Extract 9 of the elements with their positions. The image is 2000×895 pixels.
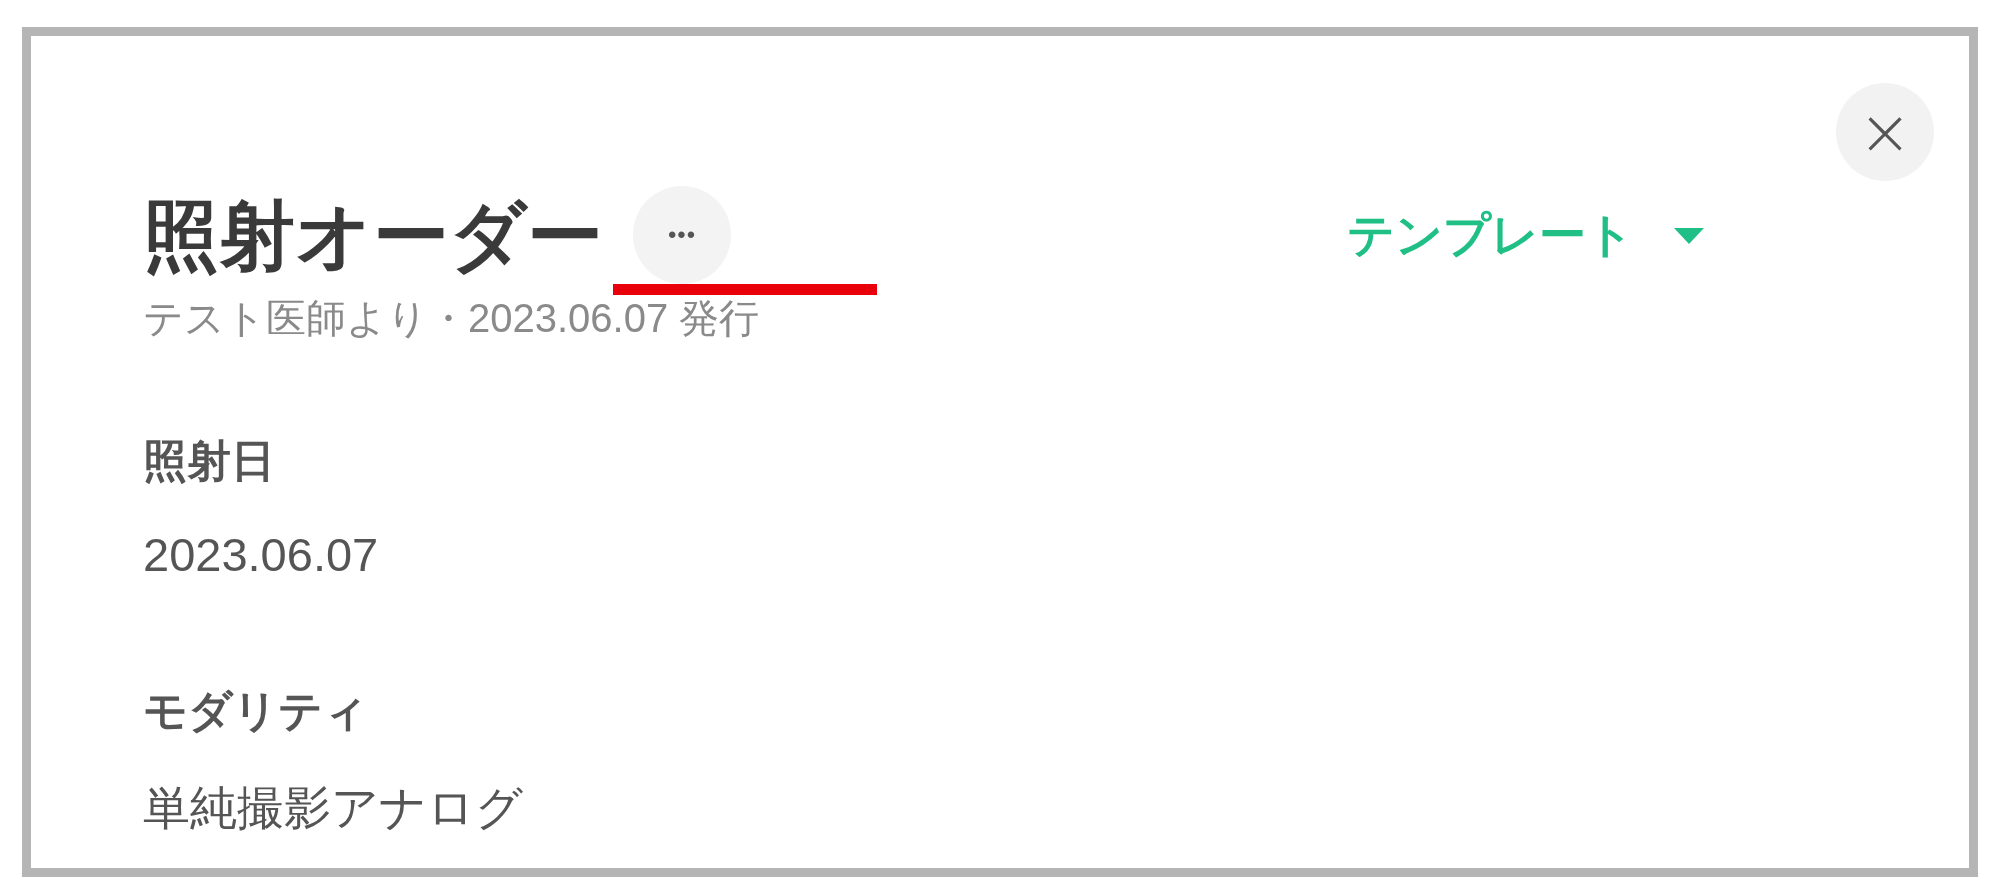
field-value: 2023.06.07	[143, 527, 380, 582]
field-label: モダリティ	[143, 685, 369, 737]
close-button[interactable]: ×	[1836, 83, 1934, 181]
dialog-title: 照射オーダー	[143, 195, 603, 276]
caret-icon	[1674, 227, 1704, 244]
issued-info: テスト医師より・2023.06.07 発行	[143, 295, 760, 342]
field-value: 単純撮影アナログ	[143, 780, 524, 836]
field-label: 照射日	[143, 435, 276, 487]
more-button[interactable]: •••	[633, 186, 731, 284]
